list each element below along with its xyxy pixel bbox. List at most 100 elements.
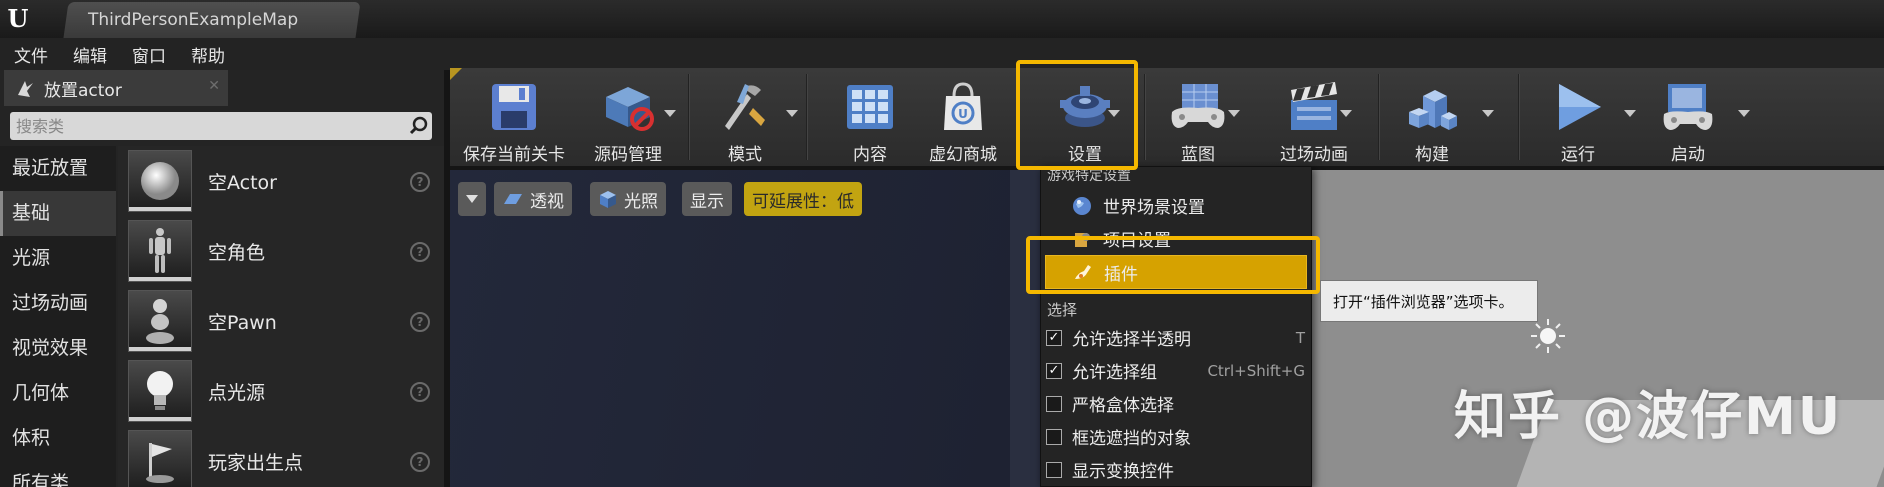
scalability-label: 可延展性：低	[752, 191, 854, 212]
perspective-button[interactable]: 透视	[494, 182, 572, 216]
option-allow-translucent-selection[interactable]: ✓ 允许选择半透明 T	[1041, 321, 1311, 354]
highlight-settings-box	[1016, 60, 1138, 170]
play-dropdown-icon[interactable]	[1624, 110, 1636, 117]
checkbox-checked[interactable]: ✓	[1046, 362, 1062, 379]
actor-label: 空角色	[208, 241, 266, 264]
modes-button[interactable]: 模式	[702, 68, 788, 166]
menu-help[interactable]: 帮助	[191, 42, 225, 67]
category-all-classes[interactable]: 所有类	[0, 461, 116, 487]
option-shortcut: Ctrl+Shift+G	[1207, 361, 1305, 380]
actor-label: 空Pawn	[208, 311, 277, 334]
show-label: 显示	[690, 191, 724, 212]
blueprints-dropdown-icon[interactable]	[1228, 110, 1240, 117]
play-button[interactable]: 运行	[1540, 68, 1616, 166]
category-basic[interactable]: 基础	[0, 191, 116, 236]
help-icon[interactable]: ?	[410, 172, 430, 192]
launch-dropdown-icon[interactable]	[1738, 110, 1750, 117]
globe-icon	[1071, 195, 1093, 217]
launch-label: 启动	[1671, 145, 1705, 165]
category-volumes[interactable]: 体积	[0, 416, 116, 461]
category-cinematic[interactable]: 过场动画	[0, 281, 116, 326]
actor-list: 空Actor ? 空角色 ? 空Pawn ? 点光源 ? 玩家出生点 ?	[118, 146, 444, 487]
sphere-icon	[128, 150, 192, 212]
option-show-transform-widget[interactable]: 显示变换控件	[1041, 453, 1311, 486]
option-allow-group-selection[interactable]: ✓ 允许选择组 Ctrl+Shift+G	[1041, 354, 1311, 387]
build-label: 构建	[1415, 145, 1449, 165]
place-actors-tab[interactable]: 放置actor ✕	[4, 70, 228, 106]
category-visual-effects[interactable]: 视觉效果	[0, 326, 116, 371]
build-blocks-icon	[1402, 76, 1462, 138]
category-lights[interactable]: 光源	[0, 236, 116, 281]
search-icon[interactable]	[406, 113, 432, 139]
category-recent[interactable]: 最近放置	[0, 146, 116, 191]
list-item-empty-actor[interactable]: 空Actor ?	[118, 146, 444, 216]
marketplace-button[interactable]: U 虚幻商城	[924, 68, 1002, 166]
menu-item-world-settings[interactable]: 世界场景设置	[1041, 189, 1311, 222]
checkbox-unchecked[interactable]	[1046, 395, 1062, 412]
level-tab-label: ThirdPersonExampleMap	[88, 10, 299, 30]
list-item-player-start[interactable]: 玩家出生点 ?	[118, 426, 444, 487]
modes-dropdown-icon[interactable]	[786, 110, 798, 117]
content-button[interactable]: 内容	[840, 68, 900, 166]
save-current-level-button[interactable]: 保存当前关卡	[460, 68, 568, 166]
lit-button[interactable]: 光照	[590, 182, 666, 216]
place-actors-tab-label: 放置actor	[44, 80, 122, 101]
help-icon[interactable]: ?	[410, 382, 430, 402]
help-icon[interactable]: ?	[410, 452, 430, 472]
build-button[interactable]: 构建	[1392, 68, 1472, 166]
option-shortcut: T	[1295, 328, 1305, 347]
marketplace-label: 虚幻商城	[929, 145, 997, 165]
close-tab-icon[interactable]: ✕	[208, 78, 220, 94]
category-list: 最近放置 基础 光源 过场动画 视觉效果 几何体 体积 所有类	[0, 146, 116, 487]
category-geometry[interactable]: 几何体	[0, 371, 116, 416]
list-item-empty-pawn[interactable]: 空Pawn ?	[118, 286, 444, 356]
blueprints-button[interactable]: 蓝图	[1156, 68, 1240, 166]
lightbulb-icon	[128, 360, 192, 422]
save-label: 保存当前关卡	[463, 145, 565, 165]
launch-button[interactable]: 启动	[1646, 68, 1730, 166]
plugins-tooltip: 打开“插件浏览器”选项卡。	[1320, 280, 1538, 322]
option-label: 严格盒体选择	[1072, 396, 1174, 416]
search-classes-box	[10, 112, 432, 140]
source-control-label: 源码管理	[594, 145, 662, 165]
play-label: 运行	[1561, 145, 1595, 165]
help-icon[interactable]: ?	[410, 242, 430, 262]
level-tab[interactable]: ThirdPersonExampleMap	[63, 2, 361, 38]
lit-cube-icon	[598, 189, 618, 209]
scalability-badge[interactable]: 可延展性：低	[744, 182, 862, 216]
perspective-label: 透视	[530, 191, 564, 212]
list-item-empty-character[interactable]: 空角色 ?	[118, 216, 444, 286]
save-icon	[484, 76, 544, 138]
actor-label: 玩家出生点	[208, 451, 304, 474]
source-control-button[interactable]: 源码管理	[580, 68, 676, 166]
menu-file[interactable]: 文件	[14, 42, 48, 67]
option-strict-box-selection[interactable]: 严格盒体选择	[1041, 387, 1311, 420]
option-label: 框选遮挡的对象	[1072, 429, 1191, 449]
show-button[interactable]: 显示	[682, 182, 732, 216]
viewport-options-button[interactable]	[458, 182, 486, 216]
title-bar: U ThirdPersonExampleMap	[0, 0, 1884, 38]
checkbox-unchecked[interactable]	[1046, 461, 1062, 478]
cinematics-dropdown-icon[interactable]	[1340, 110, 1352, 117]
toolbar-separator	[1518, 74, 1519, 160]
toolbar-separator	[1378, 74, 1379, 160]
option-box-select-occluded[interactable]: 框选遮挡的对象	[1041, 420, 1311, 453]
place-actors-panel: 放置actor ✕ 最近放置 基础 光源 过场动画 视觉效果 几何体 体积 所有…	[0, 70, 444, 487]
checkbox-unchecked[interactable]	[1046, 428, 1062, 445]
source-control-dropdown-icon[interactable]	[664, 110, 676, 117]
gamepad-blueprint-icon	[1168, 76, 1228, 138]
help-icon[interactable]: ?	[410, 312, 430, 332]
list-item-point-light[interactable]: 点光源 ?	[118, 356, 444, 426]
search-classes-input[interactable]	[10, 112, 406, 140]
menu-bar: 文件 编辑 窗口 帮助	[0, 38, 1884, 70]
clapperboard-icon	[1284, 76, 1344, 138]
build-dropdown-icon[interactable]	[1482, 110, 1494, 117]
svg-text:U: U	[958, 107, 968, 121]
menu-edit[interactable]: 编辑	[73, 42, 107, 67]
shopping-bag-icon: U	[933, 76, 993, 138]
light-source-icon[interactable]	[1530, 318, 1566, 354]
settings-dropdown-menu: 游戏特定设置 世界场景设置 项目设置 插件 选择 ✓ 允许选择半透明 T ✓ 允…	[1040, 166, 1312, 487]
cinematics-button[interactable]: 过场动画	[1260, 68, 1368, 166]
menu-window[interactable]: 窗口	[132, 42, 166, 67]
checkbox-checked[interactable]: ✓	[1046, 329, 1062, 346]
